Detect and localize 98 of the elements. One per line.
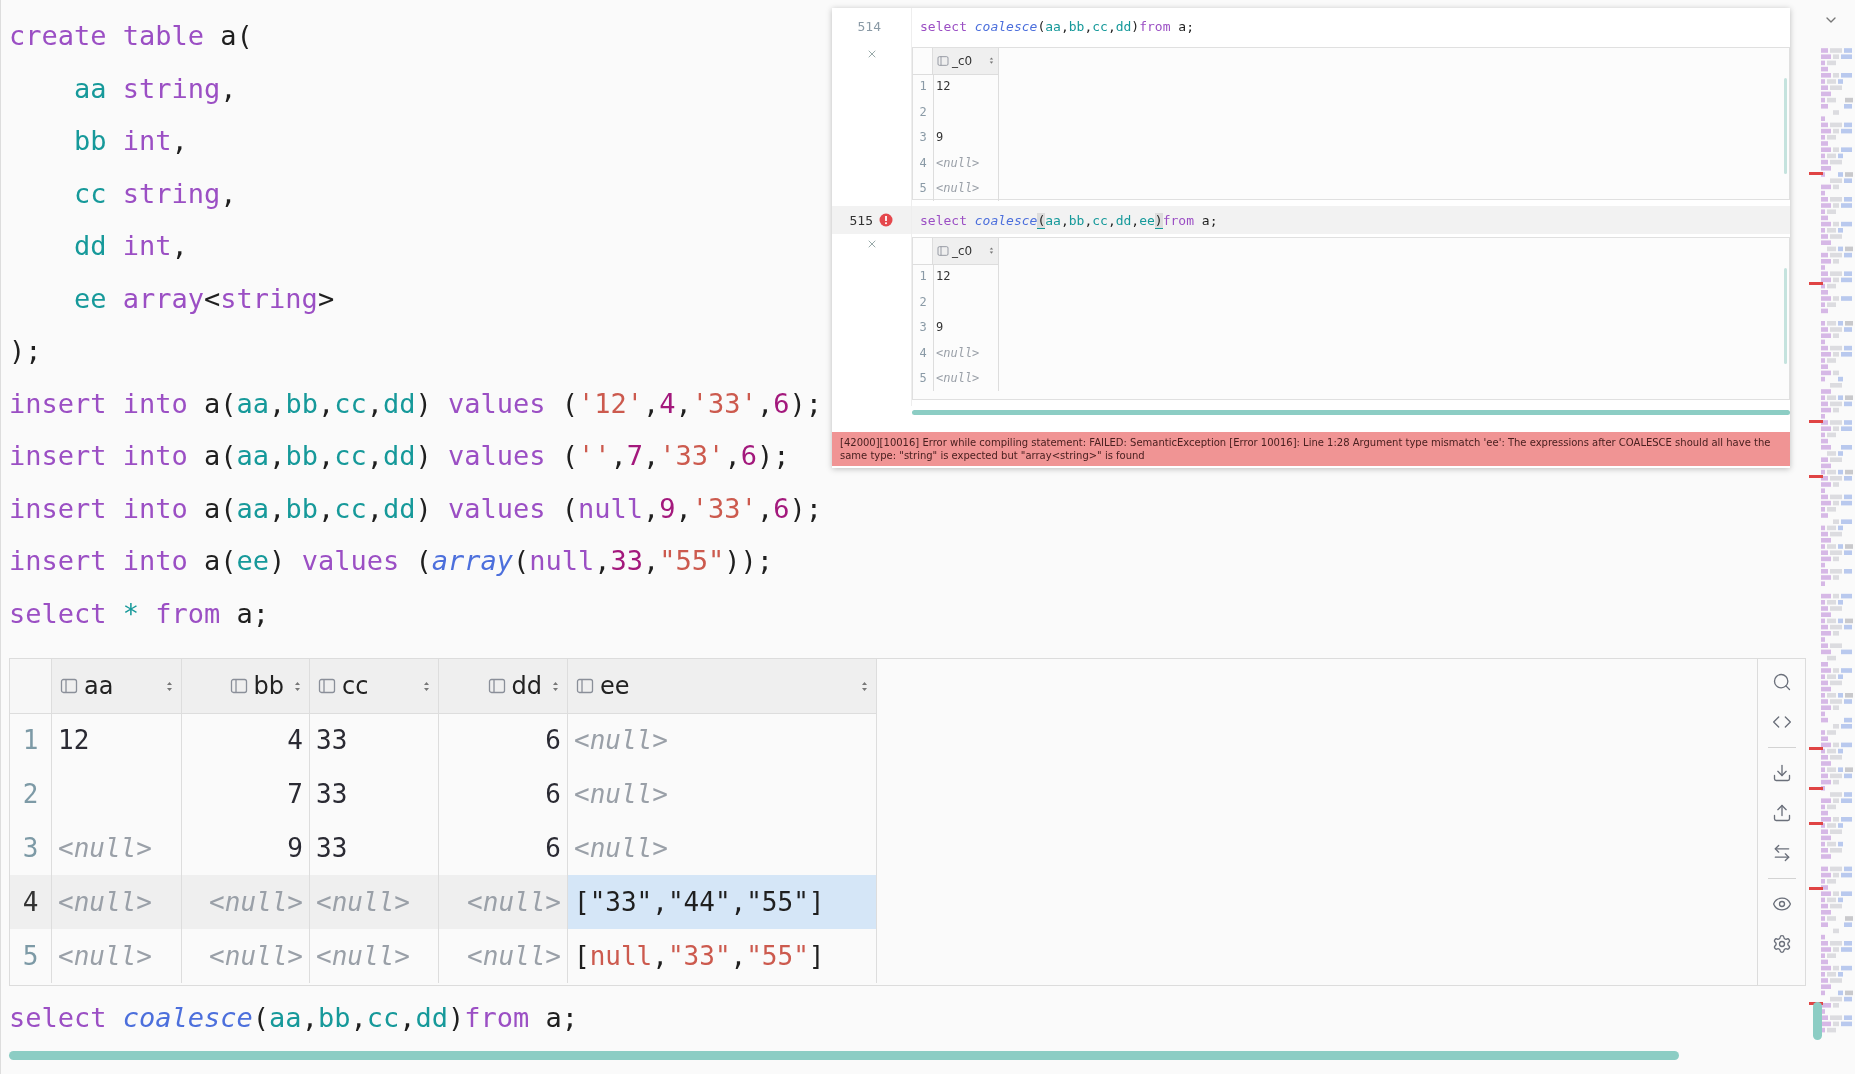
table-cell[interactable]: 9 <box>933 314 999 340</box>
table-cell[interactable] <box>933 289 999 315</box>
search-icon[interactable] <box>1771 672 1792 692</box>
table-cell[interactable] <box>933 99 999 125</box>
column-name: dd <box>511 672 542 700</box>
sort-icon[interactable] <box>861 679 868 693</box>
code-line: ); <box>9 334 42 368</box>
upload-icon[interactable] <box>1771 803 1792 823</box>
column-header[interactable]: aa <box>52 659 182 714</box>
sort-icon[interactable] <box>423 679 430 693</box>
table-cell[interactable]: 12 <box>933 263 999 289</box>
line-number: 515 <box>849 212 873 228</box>
row-number[interactable]: 5 <box>913 175 933 201</box>
code-line: bb int, <box>73 124 188 158</box>
column-icon <box>937 55 949 67</box>
table-cell[interactable]: <null> <box>182 929 310 983</box>
column-icon <box>487 677 506 695</box>
column-icon <box>229 677 248 695</box>
code-line: insert into a(aa,bb,cc,dd) values (null,9,'33',6); <box>9 491 822 526</box>
table-cell[interactable]: 12 <box>52 713 182 767</box>
code-line: dd int, <box>73 229 188 263</box>
code-line: insert into a(aa,bb,cc,dd) values ('',7,'33',6); <box>9 439 790 473</box>
table-cell[interactable]: 9 <box>933 124 999 150</box>
row-number[interactable]: 4 <box>913 150 933 176</box>
settings-icon[interactable] <box>1771 934 1792 954</box>
code-line: insert into a(ee) values (array(null,33,"55")); <box>9 544 774 578</box>
code-line: aa string, <box>73 71 237 106</box>
column-header[interactable]: _c0 <box>933 48 999 75</box>
table-cell[interactable]: <null> <box>933 365 999 391</box>
table-cell[interactable]: <null> <box>52 875 182 929</box>
horizontal-scrollbar[interactable] <box>9 1050 1679 1060</box>
row-number[interactable]: 1 <box>913 73 933 99</box>
table-cell[interactable]: 12 <box>933 73 999 99</box>
table-cell[interactable]: [null,"33","55"] <box>568 929 877 983</box>
sort-icon[interactable] <box>989 246 994 256</box>
row-number[interactable]: 5 <box>10 929 52 983</box>
column-header[interactable]: bb <box>182 659 310 714</box>
row-number[interactable]: 2 <box>913 99 933 125</box>
column-header[interactable]: _c0 <box>933 238 999 265</box>
row-number[interactable]: 2 <box>913 289 933 315</box>
column-icon <box>576 677 594 695</box>
table-cell[interactable]: <null> <box>310 929 439 983</box>
column-icon <box>937 245 949 257</box>
sort-icon[interactable] <box>552 679 559 693</box>
column-name: cc <box>342 672 369 700</box>
table-cell[interactable]: <null> <box>439 875 568 929</box>
table-cell[interactable]: 6 <box>439 713 568 767</box>
row-number[interactable]: 3 <box>913 124 933 150</box>
column-header[interactable]: dd <box>439 659 568 714</box>
table-cell[interactable]: <null> <box>310 875 439 929</box>
table-cell[interactable]: <null> <box>933 175 999 201</box>
row-number[interactable]: 1 <box>10 713 52 767</box>
row-number[interactable]: 1 <box>913 263 933 289</box>
table-cell[interactable]: 4 <box>182 713 310 767</box>
table-cell[interactable]: <null> <box>933 340 999 366</box>
horizontal-scrollbar[interactable] <box>912 409 1790 415</box>
column-icon <box>60 677 78 695</box>
column-name: _c0 <box>952 54 973 68</box>
code-line: create table a( <box>9 19 253 53</box>
download-icon[interactable] <box>1771 763 1792 783</box>
row-number[interactable]: 2 <box>10 767 52 821</box>
error-message: [42000][10016] Error while compiling statement: FAILED: SemanticException [Error 10016]: Line 1:28 Argument type mismatch 'ee': The expressions after COALESCE should all have the same type: "string" is expected but "array<string>" is found <box>832 432 1790 466</box>
column-header[interactable]: ee <box>568 659 877 714</box>
code-line: select * from a; <box>9 596 270 631</box>
table-cell[interactable]: 33 <box>310 713 439 767</box>
code-line: insert into a(aa,bb,cc,dd) values ('12',4,'33',6); <box>9 386 822 421</box>
code-line: cc string, <box>73 176 237 211</box>
error-icon <box>879 213 893 227</box>
table-cell[interactable]: 7 <box>182 767 310 821</box>
table-cell[interactable]: <null> <box>182 875 310 929</box>
sort-icon[interactable] <box>166 679 173 693</box>
row-number[interactable]: 5 <box>913 365 933 391</box>
column-icon <box>318 677 336 695</box>
column-header[interactable]: cc <box>310 659 439 714</box>
sort-icon[interactable] <box>294 679 301 693</box>
column-name: _c0 <box>952 244 973 258</box>
column-name: aa <box>84 672 114 700</box>
table-cell[interactable]: 33 <box>310 767 439 821</box>
table-cell[interactable]: <null> <box>568 713 877 767</box>
scrollbar[interactable] <box>1784 78 1787 174</box>
table-cell[interactable]: <null> <box>439 929 568 983</box>
column-name: ee <box>600 672 630 700</box>
row-number[interactable]: 4 <box>10 875 52 929</box>
row-number[interactable]: 4 <box>913 340 933 366</box>
table-cell[interactable]: ["33","44","55"] <box>568 875 877 929</box>
sort-icon[interactable] <box>989 56 994 66</box>
table-cell[interactable]: <null> <box>52 929 182 983</box>
column-name: bb <box>253 672 284 700</box>
row-number[interactable]: 3 <box>913 314 933 340</box>
code-line: select coalesce(aa,bb,cc,dd)from a; <box>9 1001 579 1035</box>
code-line: select coalesce(aa,bb,cc,dd)from a; <box>919 18 1194 34</box>
table-cell[interactable]: <null> <box>933 150 999 176</box>
line-number: 514 <box>857 18 881 34</box>
code-line: ee array<string> <box>73 281 335 316</box>
table-cell[interactable]: <null> <box>568 767 877 821</box>
table-cell[interactable]: 6 <box>439 767 568 821</box>
scrollbar[interactable] <box>1784 268 1787 364</box>
code-line: select coalesce(aa,bb,cc,dd,ee)from a; <box>919 212 1218 228</box>
